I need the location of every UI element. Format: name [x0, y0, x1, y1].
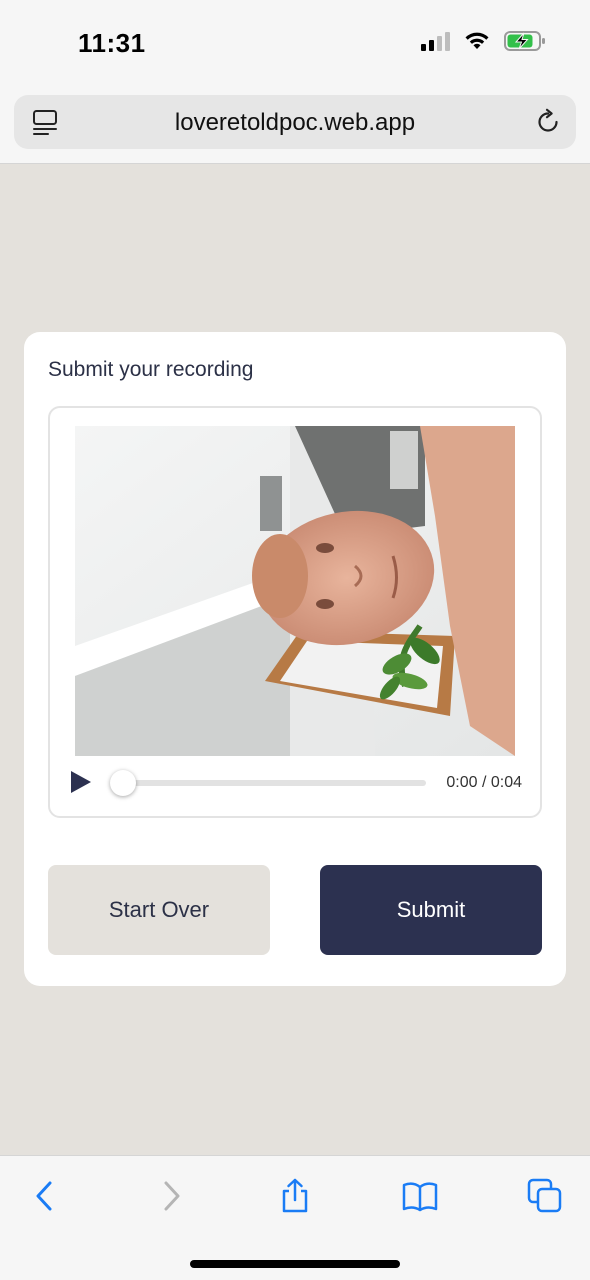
card-title: Submit your recording [48, 358, 254, 381]
wifi-icon [465, 32, 489, 49]
start-over-button[interactable]: Start Over [48, 865, 270, 955]
seek-thumb[interactable] [110, 770, 136, 796]
status-bar: 11:31 [0, 0, 590, 90]
bookmarks-icon[interactable] [402, 1178, 438, 1214]
url-text[interactable]: loveretoldpoc.web.app [14, 109, 576, 137]
video-player: 0:00 / 0:04 [48, 406, 542, 818]
mobile-browser-screen: 11:31 loveretoldpoc.web.app Submit your … [0, 0, 590, 1280]
battery-charging-icon [504, 31, 545, 51]
seek-bar[interactable] [110, 780, 426, 786]
status-icons [421, 30, 546, 52]
back-icon[interactable] [26, 1178, 62, 1214]
cellular-signal-icon [421, 31, 450, 51]
tabs-icon[interactable] [527, 1178, 563, 1214]
submit-button[interactable]: Submit [320, 865, 542, 955]
reload-icon[interactable] [534, 108, 562, 136]
address-bar[interactable]: loveretoldpoc.web.app [14, 95, 576, 149]
share-icon[interactable] [277, 1178, 313, 1214]
play-icon[interactable] [66, 768, 94, 796]
video-preview[interactable] [75, 426, 515, 756]
home-indicator [190, 1260, 400, 1268]
status-time: 11:31 [78, 28, 146, 58]
video-frame-image [75, 426, 515, 756]
address-bar-area: loveretoldpoc.web.app [0, 90, 590, 164]
forward-icon[interactable] [154, 1178, 190, 1214]
submit-recording-card: Submit your recording 0:00 / 0:04 Start … [24, 332, 566, 986]
time-readout: 0:00 / 0:04 [446, 774, 522, 791]
